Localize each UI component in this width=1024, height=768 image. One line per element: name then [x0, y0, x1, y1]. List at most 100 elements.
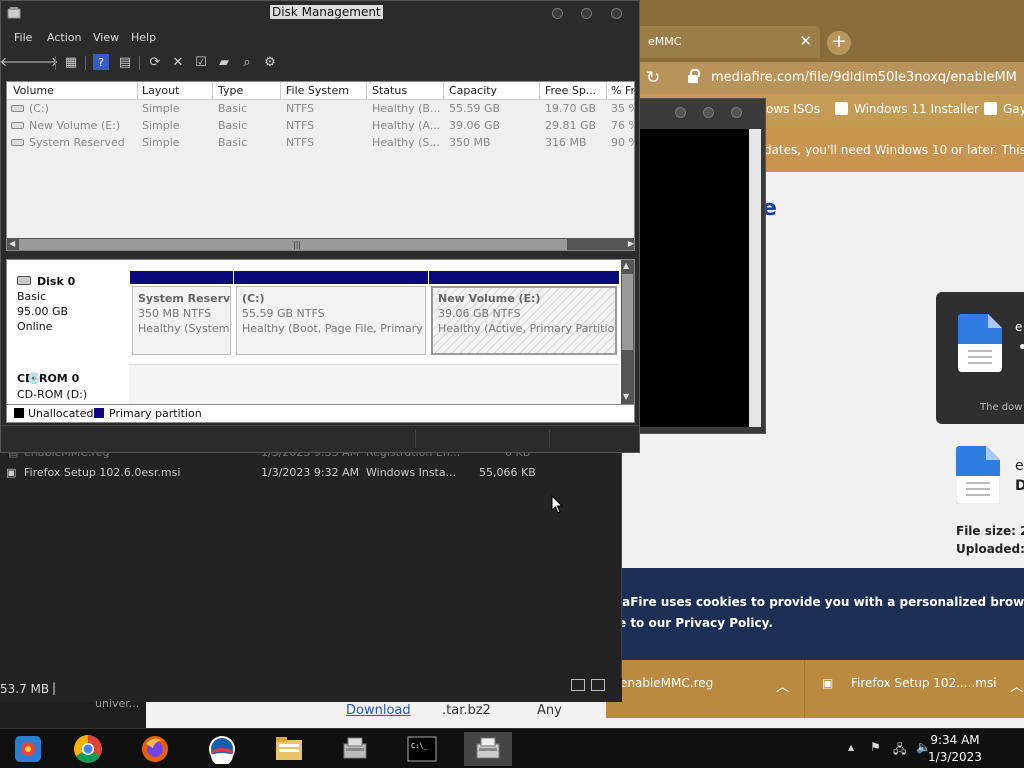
menu-action[interactable]: Action — [47, 31, 81, 44]
obama-logo-icon[interactable] — [198, 732, 246, 766]
title-bar[interactable]: Disk Management — [1, 1, 639, 26]
bookmark-win11[interactable]: Windows 11 Installer — [835, 102, 979, 116]
close-button[interactable] — [731, 107, 742, 118]
partition-c[interactable]: (C:) 55.59 GB NTFS Healthy (Boot, Page F… — [234, 271, 428, 357]
cdrom-label[interactable]: 💿 CD-ROM 0 CD-ROM (D:) — [7, 366, 127, 404]
console-tree-icon[interactable]: ▦ — [63, 54, 79, 70]
volume-label: System Reserved — [29, 136, 125, 149]
forward-arrow-icon[interactable]: 🡒 — [24, 54, 59, 70]
refresh-icon[interactable]: ⟳ — [147, 54, 163, 70]
disk-management-icon[interactable] — [464, 732, 512, 766]
file-explorer-icon[interactable] — [265, 732, 313, 766]
disk-0-label[interactable]: Disk 0 Basic 95.00 GB Online — [7, 267, 127, 361]
volume-layout: Simple — [142, 119, 180, 132]
file-row[interactable]: ▣ Firefox Setup 102.6.0esr.msi 1/3/2023 … — [0, 464, 540, 482]
close-button[interactable] — [611, 8, 622, 19]
cookie-banner: iaFire uses cookies to provide you with … — [600, 568, 1024, 660]
scroll-right-icon[interactable]: ▶ — [628, 239, 634, 248]
maximize-button[interactable] — [703, 107, 714, 118]
bookmark-isos[interactable]: ows ISOs — [766, 102, 820, 116]
maximize-button[interactable] — [581, 8, 592, 19]
privacy-policy-link[interactable]: e to our Privacy Policy. — [618, 616, 773, 630]
download-item-msi[interactable]: Firefox Setup 102.....msi — [851, 676, 997, 690]
volume-name: (C:) — [11, 102, 135, 115]
volume-pct: 35 % — [611, 102, 634, 115]
open-folder-icon[interactable]: ▰ — [216, 54, 232, 70]
firefox-icon[interactable] — [131, 732, 179, 766]
file-date: 1/3/2023 9:32 AM — [261, 466, 360, 479]
properties-icon[interactable]: ▤ — [117, 54, 133, 70]
partition-e[interactable]: New Volume (E:) 39.06 GB NTFS Healthy (A… — [429, 271, 619, 357]
scroll-down-icon[interactable]: ▼ — [623, 392, 629, 401]
column-free-space[interactable]: Free Sp... — [545, 84, 596, 97]
terminal-icon[interactable]: C:\_ — [398, 732, 446, 766]
vertical-scrollbar[interactable]: ▲ ▼ — [621, 260, 634, 404]
minimize-button[interactable] — [675, 107, 686, 118]
menu-help[interactable]: Help — [131, 31, 156, 44]
column-file-system[interactable]: File System — [286, 84, 349, 97]
cdrom-area[interactable] — [129, 364, 619, 404]
console-output[interactable] — [639, 129, 749, 427]
lock-icon[interactable] — [688, 69, 700, 83]
disk-management-window: Disk Management File Action View Help 🡐 … — [0, 0, 640, 453]
bookmark-icon — [835, 102, 848, 115]
status-divider: | — [52, 681, 57, 695]
cdrom-icon: 💿 — [27, 372, 41, 385]
menu-file[interactable]: File — [14, 31, 32, 44]
scroll-thumb[interactable] — [622, 274, 633, 350]
unallocated-swatch — [14, 408, 24, 418]
search-icon[interactable]: ⌕ — [239, 54, 255, 70]
volume-capacity: 39.06 GB — [449, 119, 501, 132]
reload-icon[interactable]: ↻ — [646, 68, 660, 88]
column-status[interactable]: Status — [372, 84, 407, 97]
check-icon[interactable]: ☑ — [193, 54, 209, 70]
column-type[interactable]: Type — [218, 84, 243, 97]
horizontal-scrollbar[interactable]: ◀ ||| ▶ — [7, 238, 634, 250]
volume-row[interactable]: (C:) Simple Basic NTFS Healthy (B... 55.… — [7, 100, 634, 117]
url-field[interactable]: mediafire.com/file/9dldim50le3noxq/enabl… — [711, 70, 1017, 85]
partition-status: Healthy (System, Active, Primary Partiti… — [138, 322, 231, 335]
browser-tab[interactable]: eMMC ✕ — [620, 26, 820, 58]
network-icon[interactable]: 🖧 — [893, 740, 906, 761]
partition-system-reserved[interactable]: System Reserved 350 MB NTFS Healthy (Sys… — [130, 271, 233, 357]
scroll-up-icon[interactable]: ▲ — [623, 261, 629, 270]
download-item-reg[interactable]: enableMMC.reg — [620, 676, 713, 690]
details-view-icon[interactable] — [571, 679, 585, 691]
show-hidden-icons-icon[interactable]: ▴ — [848, 740, 854, 754]
browser-tabbar: eMMC ✕ + — [600, 0, 1024, 62]
minimize-button[interactable] — [552, 8, 563, 19]
chevron-up-icon[interactable]: ︿ — [776, 676, 789, 695]
close-tab-icon[interactable]: ✕ — [799, 32, 812, 50]
help-icon[interactable]: ? — [93, 54, 109, 70]
delete-icon[interactable]: ✕ — [170, 54, 186, 70]
chevron-up-icon[interactable]: ︿ — [1010, 676, 1023, 695]
status-divider — [415, 430, 416, 448]
console-window[interactable] — [632, 98, 766, 434]
bookmark-gay[interactable]: Gay — [984, 102, 1024, 116]
disk-utility-icon[interactable] — [331, 732, 379, 766]
partition-name: (C:) — [242, 292, 265, 305]
column-percent-free[interactable]: % Fre — [611, 84, 634, 97]
thumbnail-view-icon[interactable] — [591, 679, 605, 691]
column-layout[interactable]: Layout — [142, 84, 179, 97]
partition-color-bar — [234, 271, 428, 284]
downloads-bar: enableMMC.reg ︿ ▣ Firefox Setup 102.....… — [600, 660, 1024, 718]
scroll-left-icon[interactable]: ◀ — [9, 239, 15, 248]
column-capacity[interactable]: Capacity — [449, 84, 497, 97]
column-volume[interactable]: Volume — [13, 84, 54, 97]
divider — [804, 660, 805, 718]
control-panel-icon[interactable] — [4, 732, 52, 766]
volume-status: Healthy (S... — [372, 136, 440, 149]
download-link[interactable]: Download — [346, 703, 411, 718]
partition-name: New Volume (E:) — [438, 292, 541, 305]
settings-icon[interactable]: ⚙ — [262, 54, 278, 70]
flag-icon[interactable]: ⚑ — [870, 740, 881, 754]
volume-row[interactable]: New Volume (E:) Simple Basic NTFS Health… — [7, 117, 634, 134]
volume-row[interactable]: System Reserved Simple Basic NTFS Health… — [7, 134, 634, 151]
file-size: 55,066 KB — [479, 466, 536, 479]
new-tab-icon[interactable]: + — [827, 31, 851, 55]
chrome-icon[interactable] — [64, 732, 112, 766]
menu-view[interactable]: View — [93, 31, 119, 44]
clock[interactable]: 9:34 AM 1/3/2023 — [925, 732, 985, 766]
console-scrollbar[interactable] — [749, 129, 761, 427]
